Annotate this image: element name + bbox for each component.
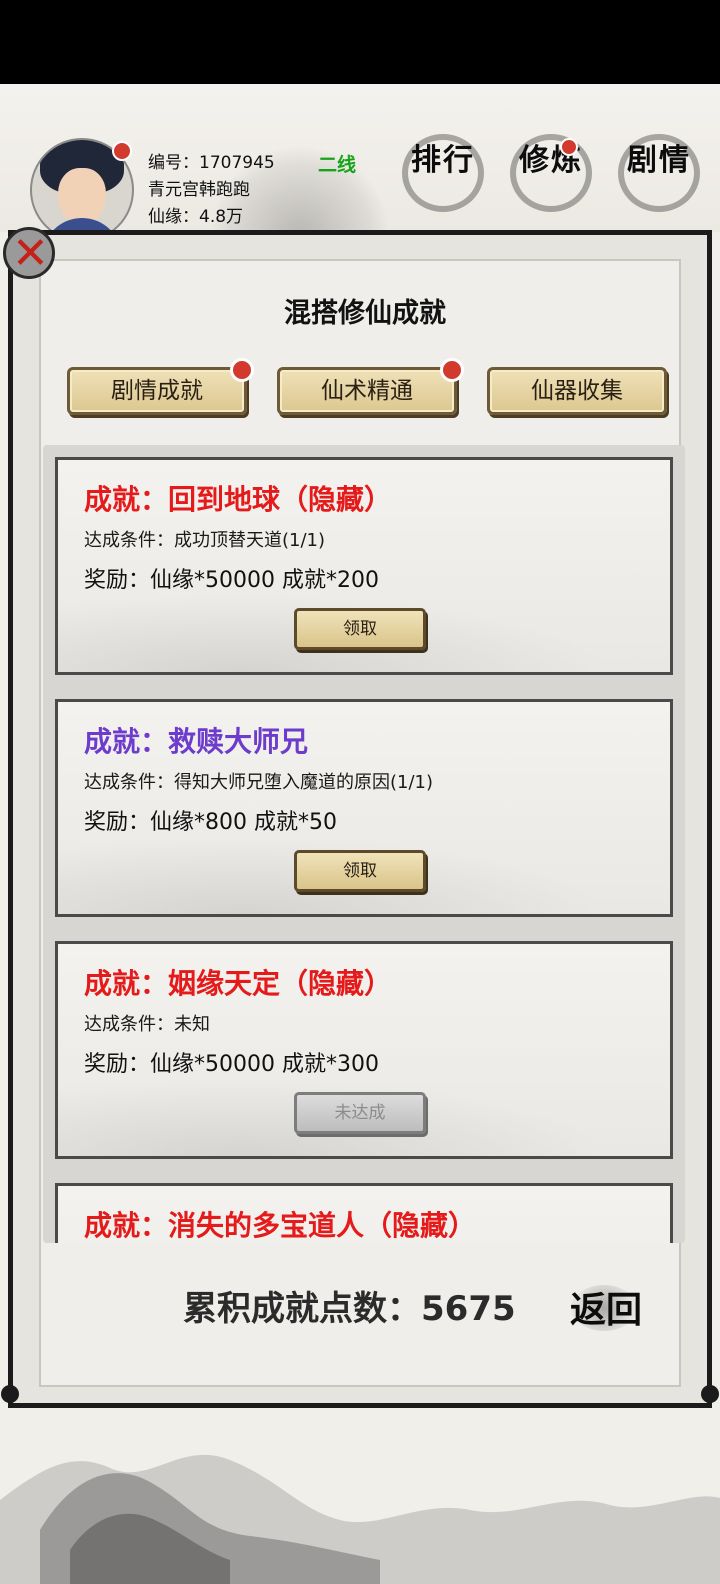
achievement-list[interactable]: 成就：回到地球（隐藏） 达成条件：成功顶替天道(1/1) 奖励：仙缘*50000… xyxy=(43,445,685,1243)
close-button[interactable]: ✕ xyxy=(3,227,55,279)
not-achieved-button: 未达成 xyxy=(294,1092,426,1134)
achievement-panel: ✕ 混搭修仙成就 剧情成就 仙术精通 仙器收集 成就：回到地球（隐藏） 达成条件… xyxy=(1,227,719,1408)
ranking-label: 排行 xyxy=(411,143,475,178)
player-info: 编号：1707945 青元宫韩跑跑 仙缘：4.8万 xyxy=(148,150,275,231)
achievement-card: 成就：姻缘天定（隐藏） 达成条件：未知 奖励：仙缘*50000 成就*300 未… xyxy=(55,941,673,1159)
tab-label: 剧情成就 xyxy=(111,378,203,404)
achievement-reward: 奖励：仙缘*800 成就*50 xyxy=(84,810,337,835)
player-id: 编号：1707945 xyxy=(148,153,275,173)
player-name: 青元宫韩跑跑 xyxy=(148,180,250,200)
back-button[interactable]: 返回 xyxy=(561,1273,651,1337)
total-achievement-points: 累积成就点数：5675 xyxy=(183,1289,516,1329)
achievement-title: 成就：回到地球（隐藏） xyxy=(84,483,393,516)
achievement-title: 成就：救赎大师兄 xyxy=(84,725,309,758)
achievement-card: 成就：回到地球（隐藏） 达成条件：成功顶替天道(1/1) 奖励：仙缘*50000… xyxy=(55,457,673,675)
back-label: 返回 xyxy=(569,1290,642,1331)
tab-label: 仙术精通 xyxy=(321,378,413,404)
tab-spell-mastery[interactable]: 仙术精通 xyxy=(277,358,464,415)
corner-ornament xyxy=(1,1385,19,1403)
achievement-title: 成就：姻缘天定（隐藏） xyxy=(84,967,393,1000)
achievement-card: 成就：消失的多宝道人（隐藏） xyxy=(55,1183,673,1243)
tab-notification-dot xyxy=(230,358,254,382)
tab-notification-dot xyxy=(440,358,464,382)
story-label: 剧情 xyxy=(627,143,691,178)
status-bar xyxy=(0,0,720,84)
cultivate-button[interactable]: 修炼 xyxy=(506,128,596,218)
achievement-reward: 奖励：仙缘*50000 成就*300 xyxy=(84,1052,379,1077)
ink-mountains-decoration xyxy=(0,1454,720,1584)
avatar-notification-dot xyxy=(112,141,132,161)
story-button[interactable]: 剧情 xyxy=(614,128,704,218)
corner-ornament xyxy=(701,1385,719,1403)
achievement-condition: 达成条件：未知 xyxy=(84,1014,210,1035)
tab-story-achievements[interactable]: 剧情成就 xyxy=(67,358,254,415)
achievement-reward: 奖励：仙缘*50000 成就*200 xyxy=(84,568,379,593)
panel-title: 混搭修仙成就 xyxy=(284,298,446,329)
achievement-card: 成就：救赎大师兄 达成条件：得知大师兄堕入魔道的原因(1/1) 奖励：仙缘*80… xyxy=(55,699,673,917)
achievement-title: 成就：消失的多宝道人（隐藏） xyxy=(84,1209,477,1242)
achievement-condition: 达成条件：得知大师兄堕入魔道的原因(1/1) xyxy=(84,772,434,793)
close-icon: ✕ xyxy=(12,228,49,279)
ranking-button[interactable]: 排行 xyxy=(398,128,488,218)
achievement-condition: 达成条件：成功顶替天道(1/1) xyxy=(84,530,326,551)
tab-artifact-collection[interactable]: 仙器收集 xyxy=(487,367,667,415)
cultivate-notification-dot xyxy=(560,138,578,156)
claim-button[interactable]: 领取 xyxy=(294,608,426,650)
server-line-tag[interactable]: 二线 xyxy=(318,150,356,177)
player-xianyuan: 仙缘：4.8万 xyxy=(148,207,244,227)
claim-button[interactable]: 领取 xyxy=(294,850,426,892)
tab-label: 仙器收集 xyxy=(531,378,623,404)
